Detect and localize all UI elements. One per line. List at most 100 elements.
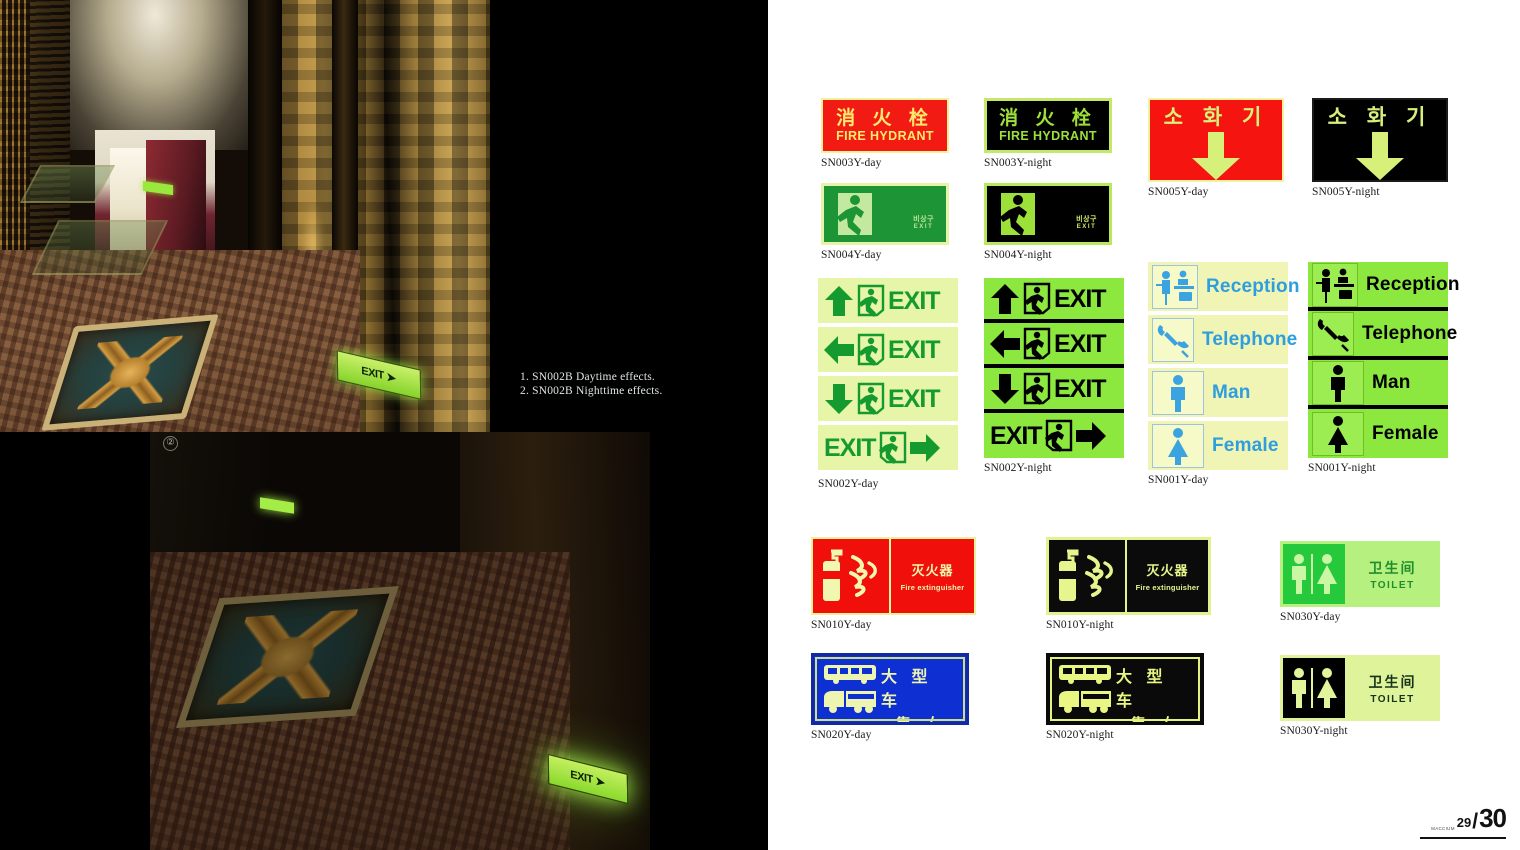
sign-sn001y-night[interactable]: Reception Telephone Man Female SN001Y-ni…	[1308, 262, 1459, 474]
exit-strip-up: EXIT	[818, 278, 958, 323]
sign-title-en: TOILET	[1370, 693, 1415, 705]
exit-strip-left: EXIT	[984, 323, 1124, 368]
emergency-exit-sign-night: 비상구 EXIT	[984, 183, 1112, 245]
female-icon	[1152, 423, 1204, 468]
service-label: Man	[1372, 371, 1411, 393]
korean-extinguisher-sign-night: 소 화 기	[1312, 98, 1448, 182]
sign-sn002y-day[interactable]: EXIT EXIT EXIT EXIT SN002Y-day	[818, 278, 958, 490]
sign-title-en: FIRE HYDRANT	[999, 129, 1097, 143]
sign-sn004y-night[interactable]: 비상구 EXIT SN004Y-night	[984, 183, 1112, 261]
sign-caption: SN002Y-night	[984, 462, 1052, 474]
page-number-total: 30	[1479, 803, 1507, 833]
reception-icon	[1312, 262, 1358, 307]
traffic-sign-day: 大 型 车 靠 右	[811, 653, 969, 725]
bus-icon	[1059, 665, 1111, 684]
page-brand-mark: MACCIUM	[1431, 826, 1455, 831]
page-number: MACCIUM 29 / 30	[1431, 803, 1507, 834]
service-row-female: Female	[1148, 421, 1288, 470]
traffic-line-1: 大 型 车	[1116, 669, 1168, 710]
sign-sn003y-night[interactable]: 消 火 栓 FIRE HYDRANT SN003Y-night	[984, 98, 1112, 169]
fire-extinguisher-icon	[823, 549, 877, 601]
service-label: Man	[1212, 381, 1251, 403]
sign-sn020y-day[interactable]: 大 型 车 靠 右 SN020Y-day	[811, 653, 969, 741]
sign-sn003y-day[interactable]: 消 火 栓 FIRE HYDRANT SN003Y-day	[821, 98, 949, 169]
man-icon	[1312, 360, 1364, 405]
sign-sn005y-night[interactable]: 소 화 기 SN005Y-night	[1312, 98, 1448, 198]
night-corridor-scene: EXIT ➤	[150, 432, 650, 850]
sign-sn030y-day[interactable]: 卫生间 TOILET SN030Y-day	[1280, 541, 1440, 623]
sign-sn030y-night[interactable]: 卫生间 TOILET SN030Y-night	[1280, 655, 1440, 737]
running-man-door-icon	[856, 382, 888, 416]
sign-sn004y-day[interactable]: 비상구 EXIT SN004Y-day	[821, 183, 949, 261]
sign-title-en: Fire extinguisher	[1135, 583, 1200, 592]
toilet-sign-day: 卫生间 TOILET	[1280, 541, 1440, 607]
traffic-line-1: 大 型 车	[881, 669, 933, 710]
female-icon	[1317, 554, 1337, 594]
service-row-female: Female	[1308, 409, 1448, 458]
sign-caption: SN005Y-night	[1312, 186, 1380, 198]
arrow-left-icon	[988, 329, 1022, 359]
man-icon	[1292, 554, 1306, 594]
sign-sn001y-day[interactable]: Reception Telephone Man Female SN001Y-da…	[1148, 262, 1299, 486]
service-row-man: Man	[1148, 368, 1288, 417]
fire-extinguisher-sign-night: 灭火器 Fire extinguisher	[1046, 537, 1211, 615]
korean-label: 비상구	[913, 216, 934, 223]
service-sign-group-night: Reception Telephone Man Female	[1308, 262, 1459, 458]
service-row-reception: Reception	[1148, 262, 1299, 311]
sign-title-cn: 灭火器	[911, 563, 954, 578]
extinguisher-pictogram-panel	[1049, 540, 1127, 612]
service-label: Telephone	[1202, 328, 1298, 350]
exit-label: EXIT	[990, 421, 1043, 450]
caption-line-2: 2. SN002B Nighttime effects.	[520, 385, 663, 397]
sign-caption: SN010Y-night	[1046, 619, 1114, 631]
sign-sn010y-night[interactable]: 灭火器 Fire extinguisher SN010Y-night	[1046, 537, 1211, 631]
left-page-black-panel	[490, 0, 768, 432]
sign-title-cn: 卫生间	[1368, 673, 1417, 690]
exit-strip-group-day: EXIT EXIT EXIT EXIT	[818, 278, 958, 474]
caption-line-1: 1. SN002B Daytime effects.	[520, 371, 655, 383]
service-label: Reception	[1366, 273, 1460, 295]
traffic-text-panel: 大 型 车 靠 右	[1116, 661, 1196, 722]
sign-title-en: TOILET	[1370, 579, 1415, 591]
fire-extinguisher-icon	[1059, 549, 1113, 601]
exit-label: EXIT	[1054, 284, 1107, 313]
arrow-up-icon	[988, 283, 1022, 315]
female-icon	[1312, 411, 1364, 456]
arrow-down-icon	[1356, 132, 1404, 180]
sign-caption: SN002Y-day	[818, 478, 879, 490]
exit-strip-up: EXIT	[984, 278, 1124, 323]
sign-title-kr: 소 화 기	[1327, 106, 1433, 129]
arrow-left-icon	[822, 335, 856, 365]
extinguisher-pictogram-panel	[813, 539, 891, 613]
sign-sn020y-night[interactable]: 大 型 车 靠 右 SN020Y-night	[1046, 653, 1204, 741]
arrow-right-icon: ➤	[385, 368, 397, 387]
exit-label: EXIT	[1054, 329, 1107, 358]
traffic-sign-night: 大 型 车 靠 右	[1046, 653, 1204, 725]
sign-title-en: Fire extinguisher	[900, 583, 965, 592]
sign-caption: SN004Y-night	[984, 249, 1052, 261]
exit-strip-right: EXIT	[818, 425, 958, 470]
sign-caption: SN030Y-night	[1280, 725, 1348, 737]
page-number-rule	[1420, 837, 1506, 839]
sign-sn005y-day[interactable]: 소 화 기 SN005Y-day	[1148, 98, 1284, 198]
running-man-door-icon	[1022, 372, 1054, 406]
exit-label: EXIT	[888, 335, 941, 364]
korean-exit-text: 비상구 EXIT	[913, 214, 934, 230]
sign-sn002y-night[interactable]: EXIT EXIT EXIT EXIT SN002Y-night	[984, 278, 1124, 474]
photo-caption-block: 1. SN002B Daytime effects. 2. SN002B Nig…	[520, 370, 662, 398]
running-man-door-icon	[856, 333, 888, 367]
english-label: EXIT	[913, 224, 934, 230]
english-label: EXIT	[1076, 224, 1097, 230]
telephone-icon	[1152, 317, 1194, 362]
arrow-up-icon	[822, 285, 856, 317]
extinguisher-text-panel: 灭火器 Fire extinguisher	[1127, 540, 1208, 612]
sign-title-cn: 灭火器	[1146, 563, 1189, 578]
exit-strip-right: EXIT	[984, 413, 1124, 458]
running-man-door-icon	[856, 284, 888, 318]
sign-sn010y-day[interactable]: 灭火器 Fire extinguisher SN010Y-day	[811, 537, 976, 631]
arrow-right-icon: ➤	[594, 772, 606, 791]
photo-corridor-daytime: EXIT ➤	[0, 0, 490, 432]
sign-caption: SN030Y-day	[1280, 611, 1341, 623]
running-man-icon	[1000, 195, 1027, 236]
toilet-text-panel: 卫生间 TOILET	[1345, 672, 1440, 705]
